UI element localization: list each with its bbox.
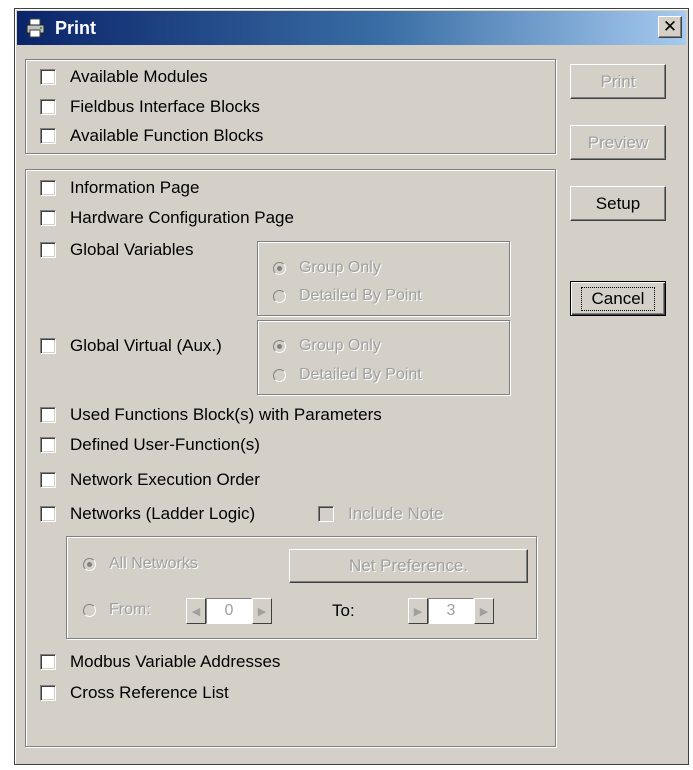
to-spinner[interactable]: ▶ 3 ▶ [408,598,494,624]
setup-button[interactable]: Setup [570,186,666,221]
modbus-variable-addresses-checkbox[interactable] [40,654,56,670]
net-preference-label: Net Preference. [348,556,469,575]
close-button[interactable]: ✕ [658,16,682,38]
available-function-blocks-label: Available Function Blocks [70,126,264,145]
modbus-variable-addresses-checkbox-row[interactable]: Modbus Variable Addresses [40,650,280,674]
cancel-button[interactable]: Cancel [570,281,666,316]
available-modules-checkbox[interactable] [40,69,56,85]
global-virtual-detailed-radio[interactable] [273,368,286,382]
global-virtual-group-only-label: Group Only [299,337,381,354]
print-button[interactable]: Print [570,64,666,99]
information-page-label: Information Page [70,178,200,197]
modbus-variable-addresses-label: Modbus Variable Addresses [70,652,281,671]
used-functions-checkbox[interactable] [40,407,56,423]
include-note-checkbox-row[interactable]: Include Note [318,502,443,526]
to-value[interactable]: 3 [428,598,474,624]
from-radio[interactable] [83,603,96,617]
cancel-button-label: Cancel [580,286,656,311]
all-networks-radio[interactable] [83,557,96,571]
global-virtual-checkbox-row[interactable]: Global Virtual (Aux.) [40,334,222,358]
hardware-configuration-page-checkbox[interactable] [40,210,56,226]
fieldbus-interface-blocks-checkbox-row[interactable]: Fieldbus Interface Blocks [40,95,260,119]
global-virtual-label: Global Virtual (Aux.) [70,336,222,355]
arrow-right-icon[interactable]: ▶ [408,598,428,624]
global-virtual-group-only-radio[interactable] [273,339,286,353]
cross-reference-list-label: Cross Reference List [70,683,229,702]
global-variables-detailed-radio-row[interactable]: Detailed By Point [273,285,422,307]
global-variables-detailed-radio[interactable] [273,289,286,303]
from-value[interactable]: 0 [206,598,252,624]
include-note-label: Include Note [348,504,444,523]
defined-user-functions-label: Defined User-Function(s) [70,435,260,454]
global-variables-group-only-radio[interactable] [273,261,286,275]
print-dialog: Print ✕ Available Modules Fieldbus Inter… [14,8,689,765]
available-function-blocks-checkbox-row[interactable]: Available Function Blocks [40,124,263,148]
net-preference-button[interactable]: Net Preference. [289,549,528,583]
dialog-title: Print [55,18,97,38]
information-page-checkbox[interactable] [40,180,56,196]
global-variables-group-only-radio-row[interactable]: Group Only [273,257,381,279]
preview-button-label: Preview [587,132,649,152]
close-icon: ✕ [662,17,678,36]
title-bar: Print ✕ [17,11,686,45]
from-label: From: [109,601,151,618]
available-function-blocks-checkbox[interactable] [40,128,56,144]
fieldbus-interface-blocks-checkbox[interactable] [40,99,56,115]
hardware-configuration-page-checkbox-row[interactable]: Hardware Configuration Page [40,206,294,230]
fieldbus-interface-blocks-label: Fieldbus Interface Blocks [70,97,260,116]
defined-user-functions-checkbox[interactable] [40,437,56,453]
cross-reference-list-checkbox-row[interactable]: Cross Reference List [40,681,229,705]
networks-ladder-logic-checkbox-row[interactable]: Networks (Ladder Logic) [40,502,255,526]
network-execution-order-checkbox[interactable] [40,472,56,488]
global-variables-checkbox[interactable] [40,242,56,258]
from-spinner[interactable]: ◀ 0 ▶ [186,598,272,624]
used-functions-label: Used Functions Block(s) with Parameters [70,405,382,424]
available-modules-checkbox-row[interactable]: Available Modules [40,65,208,89]
networks-ladder-logic-label: Networks (Ladder Logic) [70,504,256,523]
preview-button[interactable]: Preview [570,125,666,160]
arrow-left-icon[interactable]: ◀ [186,598,206,624]
global-variables-detailed-label: Detailed By Point [299,287,422,304]
hardware-configuration-page-label: Hardware Configuration Page [70,208,294,227]
arrow-right-icon[interactable]: ▶ [474,598,494,624]
network-execution-order-label: Network Execution Order [70,470,260,489]
to-label: To: [332,601,355,620]
networks-ladder-logic-checkbox[interactable] [40,506,56,522]
all-networks-label: All Networks [109,555,198,572]
global-virtual-detailed-radio-row[interactable]: Detailed By Point [273,364,422,386]
include-note-checkbox[interactable] [318,506,334,522]
printer-icon [25,17,47,39]
available-modules-label: Available Modules [70,67,208,86]
global-virtual-checkbox[interactable] [40,338,56,354]
global-variables-group-only-label: Group Only [299,259,381,276]
setup-button-label: Setup [595,193,641,213]
arrow-right-icon[interactable]: ▶ [252,598,272,624]
global-virtual-group-only-radio-row[interactable]: Group Only [273,335,381,357]
from-radio-row[interactable]: From: [83,599,151,621]
global-variables-label: Global Variables [70,240,194,259]
global-variables-checkbox-row[interactable]: Global Variables [40,238,193,262]
used-functions-checkbox-row[interactable]: Used Functions Block(s) with Parameters [40,403,382,427]
all-networks-radio-row[interactable]: All Networks [83,553,198,575]
print-button-label: Print [600,71,636,91]
defined-user-functions-checkbox-row[interactable]: Defined User-Function(s) [40,433,260,457]
cross-reference-list-checkbox[interactable] [40,685,56,701]
global-virtual-detailed-label: Detailed By Point [299,366,422,383]
network-execution-order-checkbox-row[interactable]: Network Execution Order [40,468,260,492]
information-page-checkbox-row[interactable]: Information Page [40,176,199,200]
